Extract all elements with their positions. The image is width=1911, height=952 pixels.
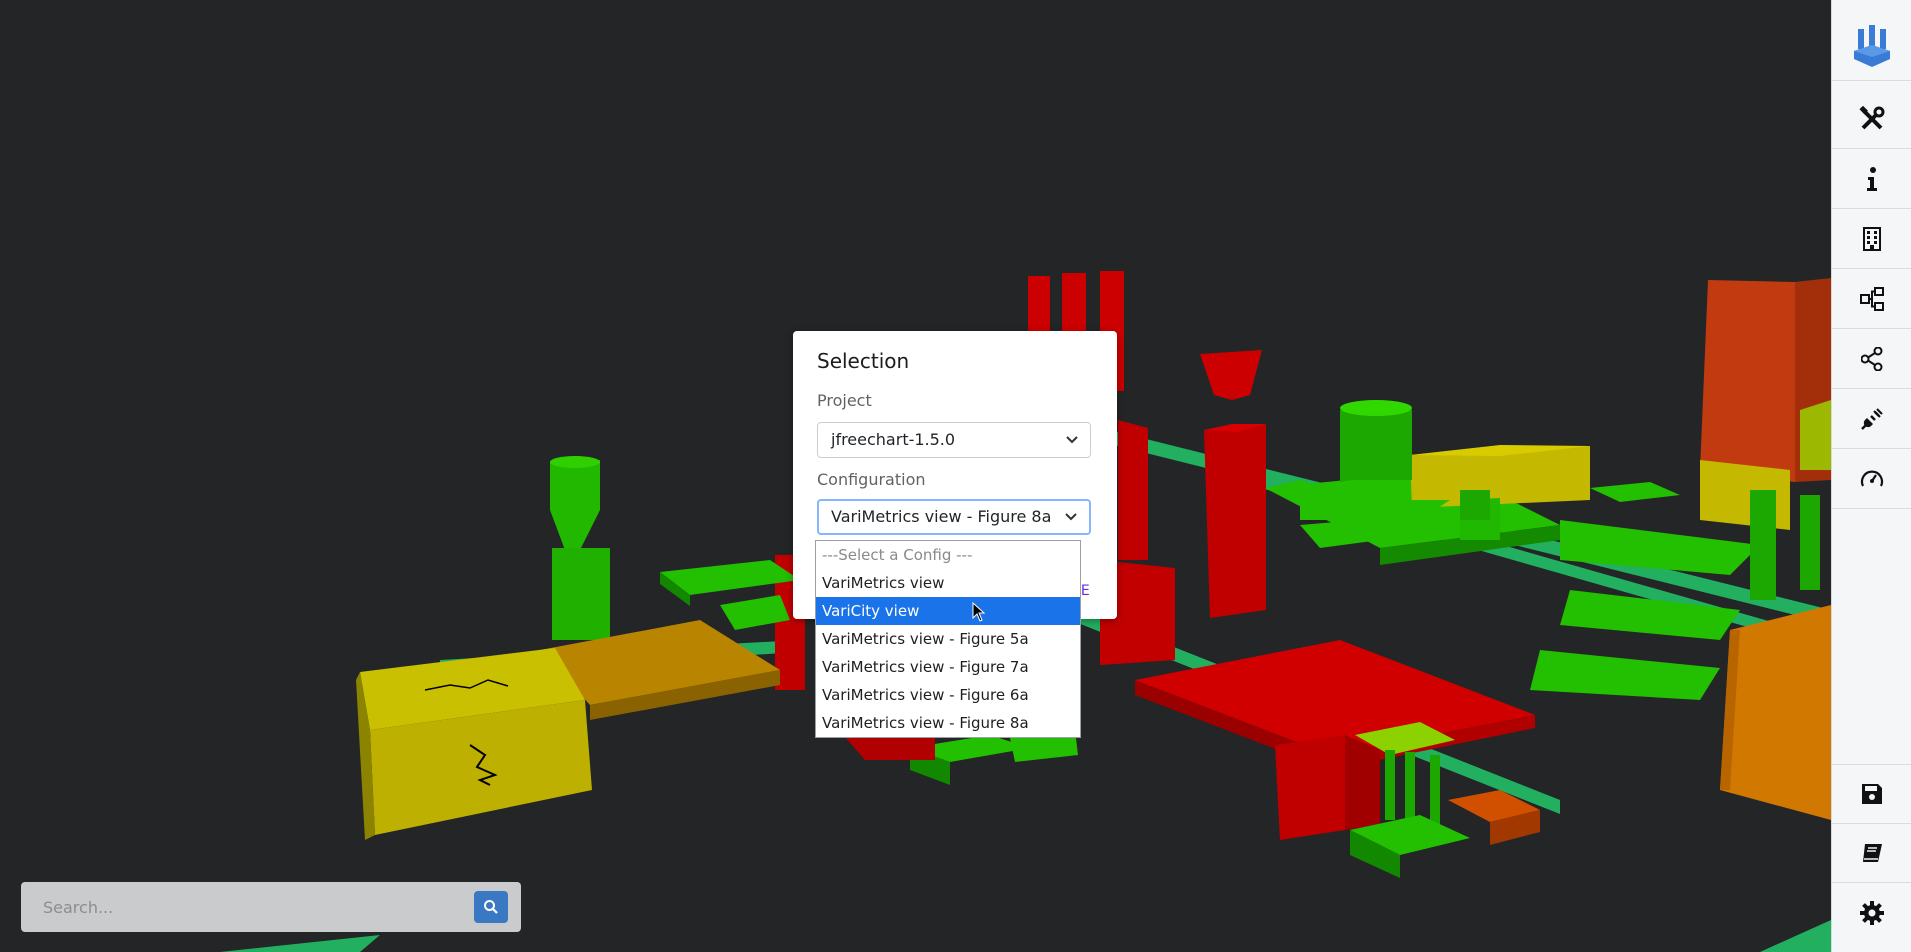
save-button[interactable] [1832,764,1911,824]
configuration-select-value: VariMetrics view - Figure 8a [831,507,1052,526]
building-icon [1863,227,1881,251]
gear-icon [1860,901,1884,925]
chevron-down-icon [1065,513,1077,521]
dropdown-option[interactable]: VariMetrics view - Figure 6a [816,681,1080,709]
info-icon [1867,167,1877,191]
plug-button[interactable] [1832,390,1911,449]
dropdown-option[interactable]: VariMetrics view - Figure 7a [816,653,1080,681]
project-label: Project [817,391,872,410]
book-button[interactable] [1832,824,1911,883]
configuration-label: Configuration [817,470,926,489]
book-icon [1863,844,1882,862]
app-logo-icon [1854,25,1890,67]
share-button[interactable] [1832,330,1911,389]
search-button[interactable] [474,891,508,923]
project-select-value: jfreechart-1.5.0 [831,430,956,449]
plug-icon [1861,408,1883,430]
gauge-icon [1860,470,1884,487]
tools-icon [1859,106,1885,130]
dropdown-option[interactable]: ---Select a Config --- [816,541,1080,569]
save-icon [1862,784,1882,804]
search-input[interactable] [21,882,461,932]
configuration-select[interactable]: VariMetrics view - Figure 8a [817,499,1091,535]
green-blocks-center [910,730,1078,785]
building-button[interactable] [1832,210,1911,269]
modal-title: Selection [817,349,910,373]
gauge-button[interactable] [1832,450,1911,509]
configuration-dropdown: ---Select a Config --- VariMetrics view … [815,540,1081,738]
info-button[interactable] [1832,150,1911,209]
search-icon [484,900,498,914]
orange-block-right [1720,605,1831,820]
dropdown-option[interactable]: VariMetrics view - Figure 8a [816,709,1080,737]
dropdown-option[interactable]: VariMetrics view - Figure 5a [816,625,1080,653]
mouse-cursor-icon [972,602,986,622]
hierarchy-icon [1860,287,1884,311]
settings-button[interactable] [1832,884,1911,942]
dropdown-option-highlighted[interactable]: VariCity view [816,597,1080,625]
right-sidebar [1831,0,1911,952]
search-bar [21,882,521,932]
share-icon [1861,347,1883,371]
green-tower-left [550,456,610,640]
tools-button[interactable] [1832,90,1911,149]
project-select[interactable]: jfreechart-1.5.0 [817,422,1091,458]
app-logo[interactable] [1832,12,1911,81]
chevron-down-icon [1066,436,1078,444]
dropdown-option[interactable]: VariMetrics view [816,569,1080,597]
hierarchy-button[interactable] [1832,270,1911,329]
yellow-box-left [356,648,592,840]
